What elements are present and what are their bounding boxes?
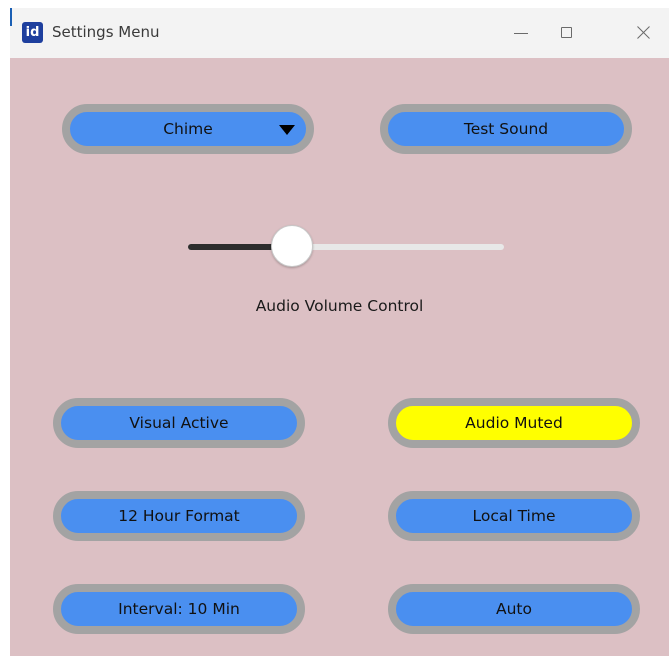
visual-active-button[interactable]: Visual Active [53, 398, 305, 448]
window-accent-edge [10, 8, 12, 26]
settings-window: id Settings Menu Chime Test Sound Audio … [10, 8, 669, 656]
page: id Settings Menu Chime Test Sound Audio … [0, 0, 669, 656]
audio-muted-button[interactable]: Audio Muted [388, 398, 640, 448]
close-icon[interactable] [620, 8, 666, 58]
minimize-icon[interactable] [498, 8, 544, 58]
dropdown-arrow-icon [279, 125, 295, 135]
local-time-button[interactable]: Local Time [388, 491, 640, 541]
sound-select-dropdown[interactable]: Chime [62, 104, 314, 154]
interval-button[interactable]: Interval: 10 Min [53, 584, 305, 634]
maximize-icon[interactable] [544, 8, 590, 58]
test-sound-label: Test Sound [463, 120, 549, 138]
window-title: Settings Menu [52, 23, 160, 41]
auto-label: Auto [496, 600, 532, 618]
visual-active-label: Visual Active [129, 414, 229, 432]
local-time-label: Local Time [472, 507, 556, 525]
auto-button[interactable]: Auto [388, 584, 640, 634]
sound-select-value: Chime [163, 120, 213, 138]
audio-muted-label: Audio Muted [465, 414, 563, 432]
test-sound-button[interactable]: Test Sound [380, 104, 632, 154]
volume-slider[interactable] [188, 244, 504, 250]
app-icon: id [22, 22, 43, 43]
hour-format-button[interactable]: 12 Hour Format [53, 491, 305, 541]
volume-slider-thumb[interactable] [271, 225, 314, 267]
title-bar: id Settings Menu [10, 8, 669, 58]
interval-label: Interval: 10 Min [118, 600, 240, 618]
volume-label: Audio Volume Control [255, 297, 424, 315]
hour-format-label: 12 Hour Format [118, 507, 240, 525]
